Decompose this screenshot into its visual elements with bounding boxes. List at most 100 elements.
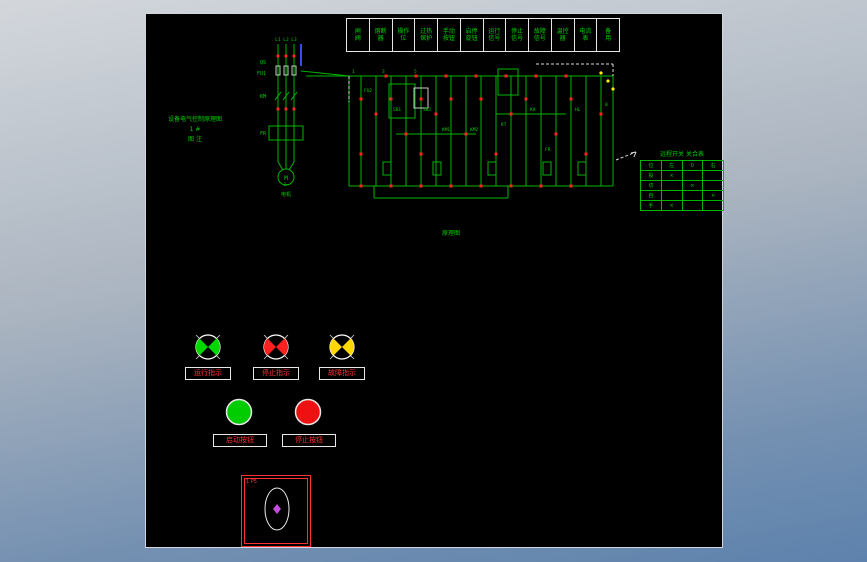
table-row: 切 × xyxy=(640,180,724,191)
indicator-label-fault: 故障指示 xyxy=(319,367,365,380)
stop-button-cap[interactable] xyxy=(294,398,322,426)
coil-symbol xyxy=(577,161,587,176)
legend-cell: 备用 xyxy=(597,19,619,51)
table-cell xyxy=(702,200,724,211)
legend-text: 按钮 xyxy=(442,35,455,42)
legend-cell: 手动 按钮 xyxy=(438,19,461,51)
table-cell: × xyxy=(702,190,724,201)
table-cell xyxy=(681,200,704,211)
meter-pointer xyxy=(273,504,281,514)
legend-cell: 闸阀 xyxy=(347,19,370,51)
diagram-caption: 原理图 xyxy=(442,230,460,237)
legend-text: 操作 xyxy=(397,28,410,35)
legend-text: 信号 xyxy=(488,35,501,42)
power-labels: L1 L2 L3 QS FU1 KM FR M 3~ 电机 xyxy=(257,37,297,198)
indicator-light-run xyxy=(193,332,223,362)
wire-label: 5 xyxy=(414,69,417,75)
legend-text: 旋钮 xyxy=(465,35,478,42)
start-button[interactable] xyxy=(224,397,254,427)
legend-cell: 熔断器 xyxy=(370,19,393,51)
table-cell xyxy=(660,180,683,191)
motor-letter: M xyxy=(284,175,288,182)
legend-text: 温控 xyxy=(556,28,569,35)
note-line: 1 # xyxy=(189,126,201,133)
component-label-fu: FU1 xyxy=(257,71,266,77)
selector-switch-table: 远程开关 关合表 位 左 0 右 投 × 切 × 自 × 手 × xyxy=(640,149,724,211)
coil-symbol xyxy=(432,161,442,176)
table-header-cell: 右 xyxy=(702,160,724,171)
component-label-qs: QS xyxy=(260,60,266,66)
component-label: FU2 xyxy=(364,88,372,94)
note-line: 图 注 xyxy=(188,136,202,143)
table-cell: 手 xyxy=(640,200,662,211)
coil-symbol xyxy=(542,161,552,176)
signal-dots xyxy=(599,71,615,91)
component-label: FR xyxy=(545,147,551,153)
component-label: HL xyxy=(575,107,581,113)
table-cell xyxy=(681,190,704,201)
meter-dial xyxy=(264,487,290,531)
legend-text: 器 xyxy=(377,35,384,42)
phase-label: L1 xyxy=(275,37,281,43)
table-row: 手 × xyxy=(640,200,724,211)
table-cell xyxy=(702,180,724,191)
component-label: SB2 xyxy=(423,107,431,113)
indicator-light-fault xyxy=(327,332,357,362)
table-header-cell: 位 xyxy=(640,160,662,171)
start-button-cap[interactable] xyxy=(225,398,253,426)
legend-text: 阀 xyxy=(354,35,361,42)
motor-caption: 电机 xyxy=(281,191,291,198)
table-cell xyxy=(660,190,683,201)
stop-button-label: 停止按钮 xyxy=(282,434,336,447)
legend-text: 过热 xyxy=(420,28,433,35)
component-label: KA xyxy=(530,107,536,113)
schematic-drawing: L1 L2 L3 QS FU1 KM FR M 3~ 电机 1 3 5 FU2 … xyxy=(257,37,637,237)
table-cell: × xyxy=(660,200,683,211)
legend-text: 闸 xyxy=(354,28,361,35)
component-label: 0 xyxy=(605,102,608,108)
table-cell xyxy=(681,170,704,181)
table-pointer-line xyxy=(615,151,637,161)
table-cell: 切 xyxy=(640,180,662,191)
table-row: 投 × xyxy=(640,170,724,181)
legend-cell: 操作位 xyxy=(393,19,416,51)
cad-canvas[interactable]: L1 L2 L3 QS FU1 KM FR M 3~ 电机 1 3 5 FU2 … xyxy=(145,13,724,548)
legend-text: 手动 xyxy=(442,28,455,35)
legend-text: 备 xyxy=(605,28,612,35)
phase-label: L3 xyxy=(291,37,297,43)
legend-text: 位 xyxy=(400,35,407,42)
power-circuit xyxy=(268,44,350,186)
meter-box: 1 P5 xyxy=(241,475,311,547)
legend-strip: 闸阀 熔断器 操作位 过热 保护 手动 按钮 启停 旋钮 运行 信号 停止 信号 故障 信号… xyxy=(346,18,620,52)
table-cell: 自 xyxy=(640,190,662,201)
legend-cell: 运行 信号 xyxy=(484,19,507,51)
control-circuit xyxy=(306,68,614,199)
table-header-cell: 左 xyxy=(660,160,683,171)
component-label-fr: FR xyxy=(260,131,267,137)
stop-button[interactable] xyxy=(293,397,323,427)
legend-text: 用 xyxy=(605,35,612,42)
wire-label: 1 xyxy=(352,69,355,75)
legend-text: 运行 xyxy=(488,28,501,35)
legend-cell: 故障 信号 xyxy=(529,19,552,51)
table-cell xyxy=(702,170,724,181)
component-label-km: KM xyxy=(260,94,266,100)
control-labels: 1 3 5 FU2 SB1 SB2 KM1 KM2 KT KA FR HL 0 xyxy=(352,69,608,153)
legend-text: 保护 xyxy=(420,35,433,42)
indicator-label-stop: 停止指示 xyxy=(253,367,299,380)
table-cell: 投 xyxy=(640,170,662,181)
component-label: KM1 xyxy=(442,127,450,133)
indicator-light-stop xyxy=(261,332,291,362)
table-header-cell: 0 xyxy=(681,160,704,171)
table-cell: × xyxy=(660,170,683,181)
start-button-label: 启动按钮 xyxy=(213,434,267,447)
legend-text: 故障 xyxy=(533,28,546,35)
legend-text: 器 xyxy=(559,35,566,42)
legend-text: 停止 xyxy=(511,28,524,35)
indicator-label-run: 运行指示 xyxy=(185,367,231,380)
component-label: KM2 xyxy=(470,127,478,133)
component-label: SB1 xyxy=(393,107,401,113)
meter-tag: 1 P5 xyxy=(246,479,257,485)
legend-text: 表 xyxy=(582,35,589,42)
drawing-note: 设备电气控制原理图 1 # 图 注 xyxy=(149,115,241,145)
